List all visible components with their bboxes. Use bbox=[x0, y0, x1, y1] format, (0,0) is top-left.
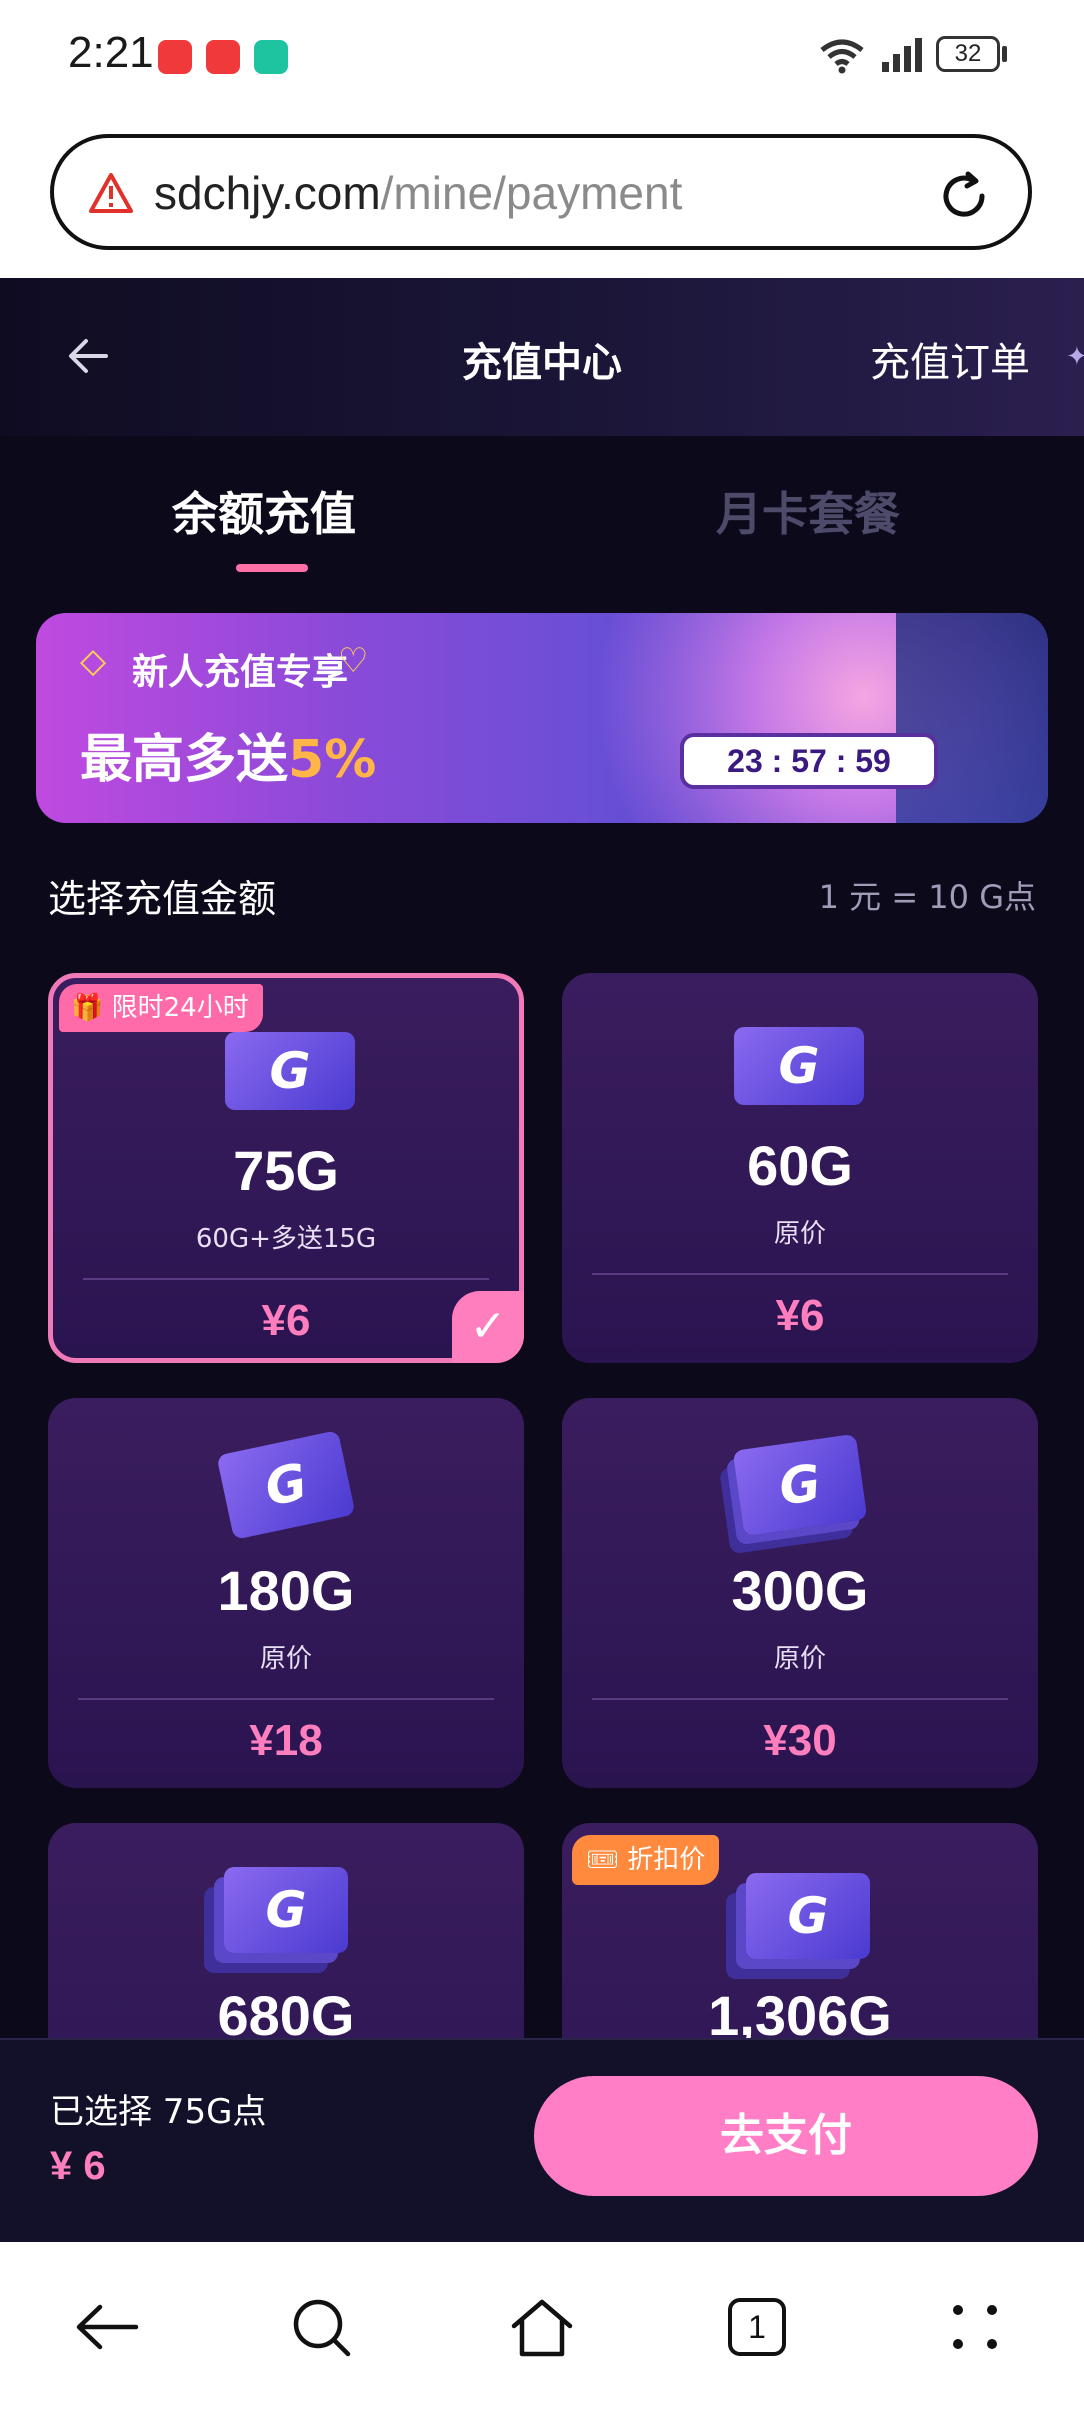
selected-check-icon: ✓ bbox=[452, 1291, 524, 1363]
selected-package-label: 已选择 75G点 bbox=[50, 2092, 267, 2132]
address-bar[interactable]: sdchjy.com/mine/payment bbox=[50, 134, 1032, 250]
package-note: 原价 bbox=[773, 1644, 826, 1674]
package-amount: 180G bbox=[217, 1559, 355, 1622]
countdown-timer: 23 : 57 : 59 bbox=[680, 733, 938, 789]
package-note: 原价 bbox=[773, 1219, 826, 1249]
tabs-count: 1 bbox=[748, 2309, 766, 2345]
banner-highlight: 5% bbox=[288, 730, 377, 790]
battery-tip bbox=[1002, 46, 1007, 62]
exchange-rate: 1 元 = 10 G点 bbox=[818, 878, 1036, 916]
gift-icon: 🎁 bbox=[71, 993, 104, 1023]
status-time: 2:21 bbox=[68, 28, 154, 77]
sparkle-icon: ✦ bbox=[1066, 342, 1084, 372]
badge-label: 折扣价 bbox=[627, 1845, 706, 1875]
card-divider bbox=[592, 1273, 1008, 1275]
card-divider bbox=[78, 1698, 494, 1700]
tab-monthly-card[interactable]: 月卡套餐 bbox=[716, 478, 900, 544]
more-menu-icon[interactable] bbox=[950, 2302, 1000, 2352]
app-notification-icon bbox=[254, 40, 288, 74]
package-note: 原价 bbox=[259, 1644, 312, 1674]
limited-time-badge: 🎁 限时24小时 bbox=[59, 984, 263, 1032]
url-text[interactable]: sdchjy.com/mine/payment bbox=[154, 166, 682, 220]
tab-active-indicator bbox=[236, 564, 308, 572]
card-divider bbox=[592, 1698, 1008, 1700]
home-icon[interactable] bbox=[508, 2296, 576, 2360]
g-card-icon: G bbox=[225, 1032, 355, 1110]
badge-label: 限时24小时 bbox=[111, 993, 249, 1023]
package-card-60g[interactable]: G 60G 原价 ¥6 bbox=[562, 973, 1038, 1363]
g-card-stack-icon: G bbox=[732, 1433, 868, 1537]
browser-nav-bar: 1 bbox=[0, 2242, 1084, 2412]
package-price: ¥18 bbox=[249, 1716, 323, 1765]
tab-balance-recharge[interactable]: 余额充值 bbox=[172, 478, 356, 544]
ticket-icon: 🎟 bbox=[586, 1845, 620, 1875]
tabs-count-button[interactable]: 1 bbox=[728, 2298, 786, 2356]
pay-button[interactable]: 去支付 bbox=[534, 2076, 1038, 2196]
package-amount: 60G bbox=[747, 1134, 853, 1197]
banner-line1: 新人充值专享 bbox=[132, 652, 349, 693]
app-notification-icon bbox=[206, 40, 240, 74]
g-card-pile-icon: G bbox=[746, 1873, 870, 1959]
heart-icon: ♡ bbox=[338, 641, 369, 681]
banner-line2-prefix: 最高多送 bbox=[80, 730, 289, 790]
banner-line2: 最高多送5% bbox=[80, 717, 376, 792]
discount-badge: 🎟 折扣价 bbox=[572, 1835, 720, 1885]
url-path: /mine/payment bbox=[380, 167, 683, 219]
promo-banner[interactable]: ◇ 新人充值专享 ♡ 最高多送5% 23 : 57 : 59 bbox=[36, 613, 1048, 823]
diamond-icon: ◇ bbox=[80, 641, 107, 681]
package-card-300g[interactable]: G 300G 原价 ¥30 bbox=[562, 1398, 1038, 1788]
banner-art-sky bbox=[896, 613, 1048, 823]
package-card-180g[interactable]: G 180G 原价 ¥18 bbox=[48, 1398, 524, 1788]
g-card-pile-icon: G bbox=[224, 1867, 348, 1953]
back-icon[interactable] bbox=[74, 2302, 140, 2352]
total-price: ¥ 6 bbox=[50, 2144, 106, 2188]
payment-page: 充值中心 充值订单 ✦ 余额充值 月卡套餐 ◇ 新人充值专享 ♡ 最高多送5% … bbox=[0, 278, 1084, 2242]
recharge-orders-link[interactable]: 充值订单 bbox=[870, 330, 1030, 388]
signal-icon bbox=[882, 38, 922, 72]
url-domain: sdchjy.com bbox=[154, 167, 381, 219]
package-price: ¥6 bbox=[775, 1291, 825, 1340]
package-amount: 300G bbox=[731, 1559, 869, 1622]
g-card-icon: G bbox=[734, 1027, 864, 1105]
warning-icon[interactable] bbox=[88, 172, 134, 214]
card-divider bbox=[83, 1278, 489, 1280]
checkout-bar: 已选择 75G点 ¥ 6 去支付 bbox=[0, 2038, 1084, 2242]
battery-icon: 32 bbox=[936, 36, 1000, 72]
status-bar: 2:21 32 bbox=[0, 0, 1084, 120]
reload-icon[interactable] bbox=[934, 166, 994, 226]
package-note: 60G+多送15G bbox=[195, 1224, 377, 1254]
package-amount: 75G bbox=[233, 1139, 339, 1202]
package-card-75g[interactable]: 🎁 限时24小时 G 75G 60G+多送15G ¥6 ✓ bbox=[48, 973, 524, 1363]
g-card-stack-icon: G bbox=[216, 1430, 356, 1540]
package-price: ¥30 bbox=[763, 1716, 837, 1765]
app-notification-icon bbox=[158, 40, 192, 74]
search-icon[interactable] bbox=[290, 2296, 354, 2360]
package-price: ¥6 bbox=[261, 1296, 311, 1345]
wifi-icon bbox=[820, 39, 864, 74]
top-bar: 充值中心 充值订单 ✦ bbox=[0, 278, 1084, 436]
section-title: 选择充值金额 bbox=[48, 877, 277, 921]
battery-level: 32 bbox=[954, 40, 982, 67]
